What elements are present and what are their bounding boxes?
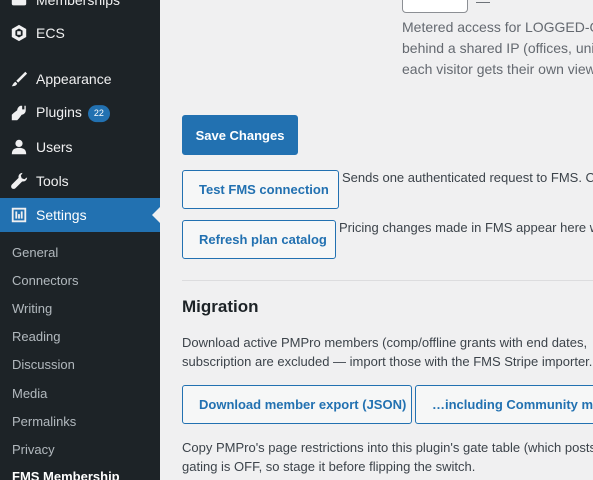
test-fms-connection-button[interactable]: Test FMS connection <box>182 170 339 209</box>
sidebar-item-label: Memberships <box>36 0 121 8</box>
metered-desc-line: each visitor gets their own view <box>402 61 593 77</box>
submenu-item-reading[interactable]: Reading <box>12 329 60 344</box>
sidebar-item-settings[interactable]: Settings <box>0 198 160 232</box>
migration-desc-line: subscription are excluded — import those… <box>182 354 593 369</box>
submenu-item-privacy[interactable]: Privacy <box>12 442 55 457</box>
migration-desc-line: Download active PMPro members (comp/offl… <box>182 335 588 350</box>
sidebar-item-label: Plugins <box>36 104 82 121</box>
sidebar-item-label: Tools <box>36 173 69 189</box>
submenu-item-permalinks[interactable]: Permalinks <box>12 414 76 429</box>
sidebar-item-tools[interactable]: Tools <box>0 164 160 198</box>
sidebar-item-users[interactable]: Users <box>0 130 160 164</box>
submenu-item-media[interactable]: Media <box>12 386 47 401</box>
refresh-catalog-help: Pricing changes made in FMS appear here … <box>339 220 593 235</box>
metered-limit-input[interactable] <box>402 0 468 13</box>
download-community-export-button[interactable]: …including Community mem <box>415 385 593 424</box>
sidebar-item-label: Users <box>36 139 73 155</box>
update-count-badge: 22 <box>87 104 110 122</box>
migration-heading: Migration <box>182 297 259 316</box>
plugin-icon <box>9 103 29 123</box>
paintbrush-icon <box>9 69 29 89</box>
sidebar-item-plugins[interactable]: Plugins 22 <box>0 96 160 130</box>
submenu-item-general[interactable]: General <box>12 245 58 260</box>
metered-limit-suffix: — <box>476 0 490 9</box>
settings-content: — Metered access for LOGGED-O behind a s… <box>160 0 593 480</box>
sidebar-item-label: Settings <box>36 207 87 223</box>
restrictions-desc-line: gating is OFF, so stage it before flippi… <box>182 459 476 474</box>
restrictions-desc-line: Copy PMPro's page restrictions into this… <box>182 440 593 455</box>
admin-sidebar: Memberships ECS Appearance Plugins 22 Use… <box>0 0 160 480</box>
sidebar-item-label: Appearance <box>36 71 112 87</box>
sidebar-item-memberships[interactable]: Memberships <box>0 0 160 17</box>
section-divider <box>182 280 593 281</box>
ecs-icon <box>9 23 29 43</box>
refresh-plan-catalog-button[interactable]: Refresh plan catalog <box>182 220 336 259</box>
download-member-export-button[interactable]: Download member export (JSON) <box>182 385 412 424</box>
submenu-item-discussion[interactable]: Discussion <box>12 357 75 372</box>
sidebar-item-label: ECS <box>36 25 65 41</box>
members-icon <box>9 0 29 10</box>
submenu-item-writing[interactable]: Writing <box>12 301 52 316</box>
test-connection-help: Sends one authenticated request to FMS. … <box>342 170 593 185</box>
user-icon <box>9 137 29 157</box>
wrench-icon <box>9 171 29 191</box>
sidebar-item-appearance[interactable]: Appearance <box>0 62 160 96</box>
sidebar-item-ecs[interactable]: ECS <box>0 16 160 50</box>
save-changes-button[interactable]: Save Changes <box>182 115 298 155</box>
submenu-item-fms-membership[interactable]: FMS Membership <box>12 469 120 480</box>
submenu-item-connectors[interactable]: Connectors <box>12 273 78 288</box>
settings-icon <box>9 205 29 225</box>
metered-desc-line: behind a shared IP (offices, uni <box>402 40 593 56</box>
metered-desc-line: Metered access for LOGGED-O <box>402 19 593 35</box>
